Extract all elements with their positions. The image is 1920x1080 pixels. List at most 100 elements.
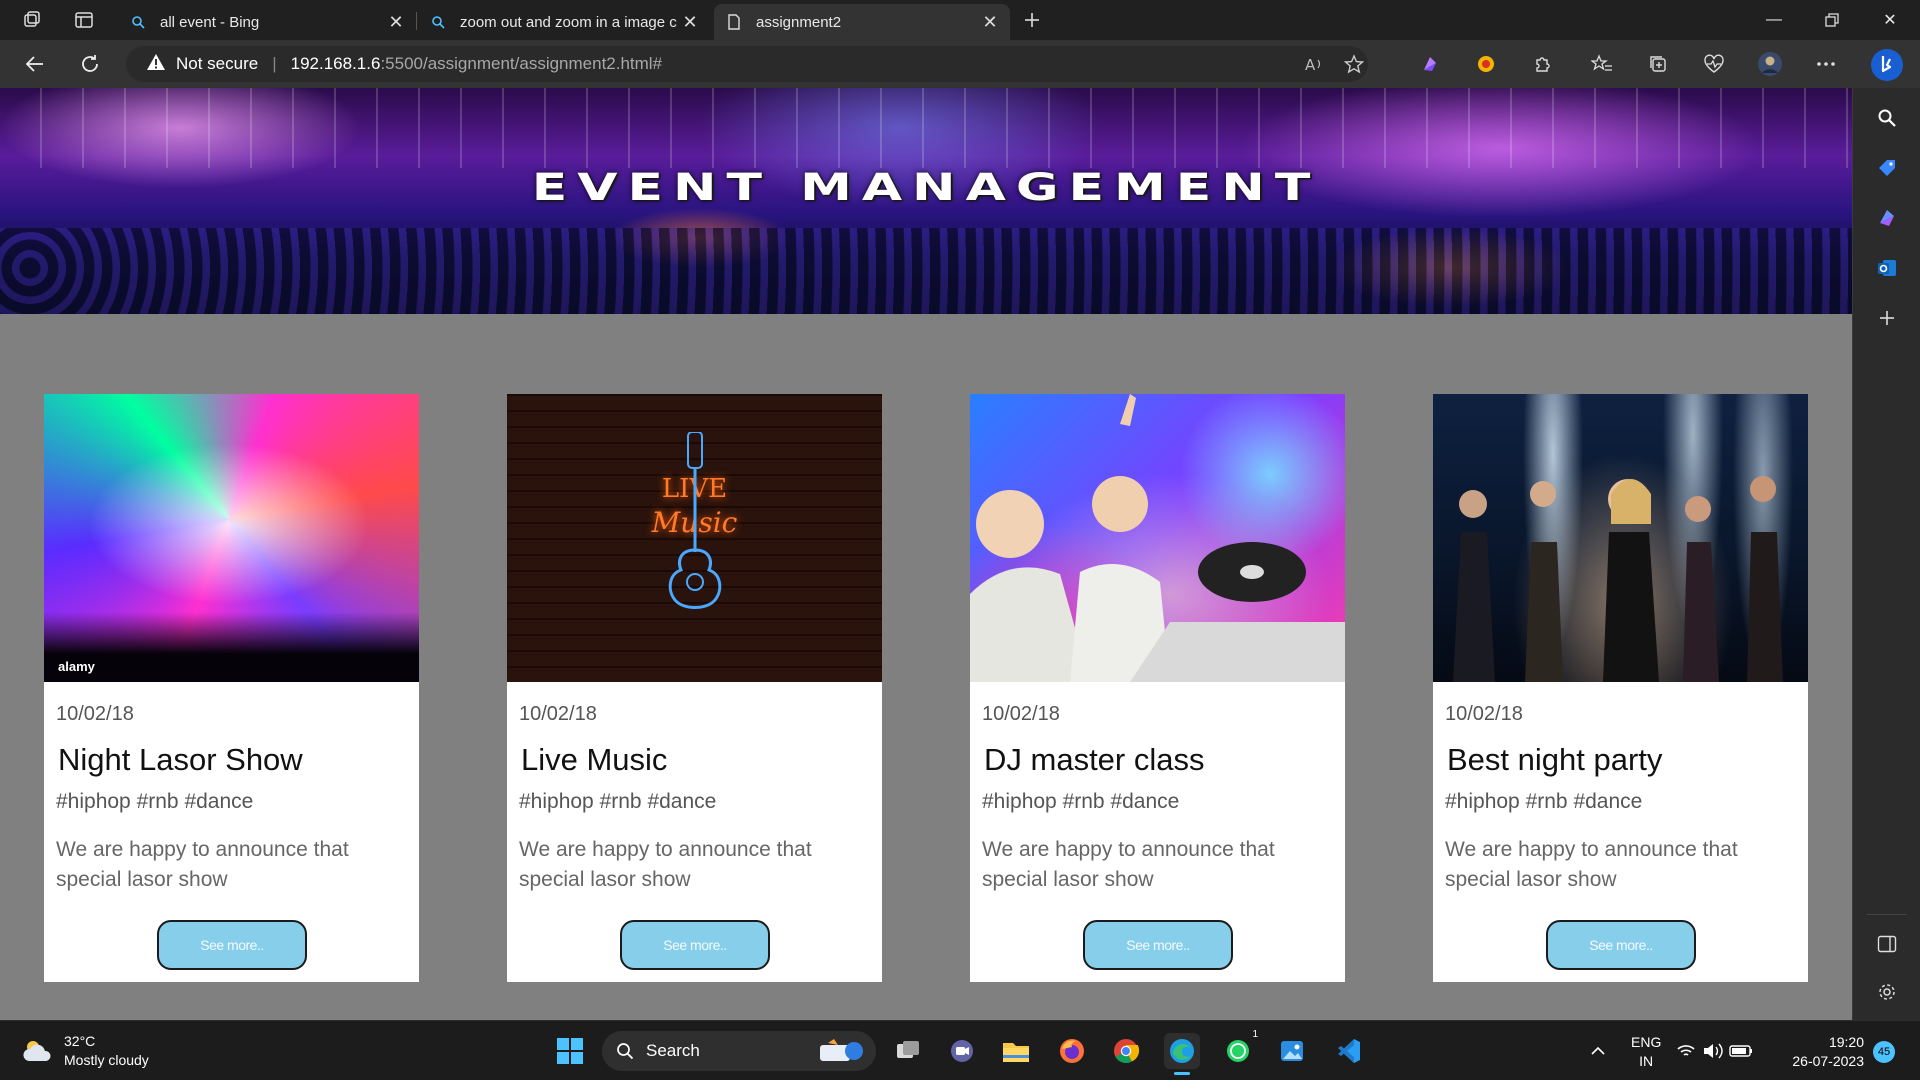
event-description: We are happy to announce that special la…	[56, 838, 349, 891]
address-divider: |	[272, 54, 277, 73]
back-icon[interactable]	[20, 50, 48, 78]
event-description: We are happy to announce that special la…	[982, 838, 1275, 891]
weather-description[interactable]: Mostly cloudy	[64, 1052, 149, 1068]
hide-sidebar-icon[interactable]	[1873, 930, 1901, 958]
workspaces-icon[interactable]	[20, 8, 44, 32]
teams-chat-icon[interactable]	[944, 1033, 980, 1069]
hero-banner: EVENT MANAGEMENT	[0, 88, 1852, 314]
profile-avatar-icon[interactable]	[1756, 50, 1784, 78]
close-tab-icon[interactable]: ✕	[682, 12, 698, 33]
event-title: Best night party	[1447, 742, 1663, 777]
task-view-icon[interactable]	[890, 1033, 926, 1069]
clock-date: 26-07-2023	[1792, 1053, 1864, 1069]
notification-badge[interactable]: 45	[1873, 1041, 1895, 1063]
close-tab-icon[interactable]: ✕	[388, 12, 404, 33]
cloudy-weather-icon[interactable]	[20, 1033, 56, 1069]
weather-temperature[interactable]: 32°C	[64, 1033, 95, 1049]
dj-master-class-image	[970, 394, 1345, 682]
browser-toolbar: Not secure | 192.168.1.6 :5500/assignmen…	[0, 40, 1920, 88]
sidebar-settings-gear-icon[interactable]	[1873, 978, 1901, 1006]
security-label[interactable]: Not secure	[176, 54, 258, 74]
tab-zoom-search[interactable]: zoom out and zoom in a image c ✕	[418, 4, 710, 40]
minimize-icon[interactable]: —	[1746, 0, 1802, 40]
see-more-button[interactable]: See more..	[157, 920, 307, 970]
warning-icon[interactable]	[146, 53, 166, 76]
edge-sidebar	[1852, 88, 1920, 1020]
tab-actions-icon[interactable]	[72, 8, 96, 32]
search-icon[interactable]	[1873, 104, 1901, 132]
chrome-icon[interactable]	[1108, 1033, 1144, 1069]
event-tags: #hiphop #rnb #dance	[519, 790, 717, 813]
add-sidebar-app-icon[interactable]	[1873, 304, 1901, 332]
sidebar-divider	[1867, 914, 1907, 915]
windows-taskbar: 32°C Mostly cloudy Search 1 ENG IN 19:20…	[0, 1020, 1920, 1080]
extensions-puzzle-icon[interactable]	[1528, 50, 1556, 78]
see-more-button[interactable]: See more..	[620, 920, 770, 970]
event-date: 10/02/18	[56, 703, 134, 725]
event-date: 10/02/18	[1445, 703, 1523, 725]
shopping-tag-icon[interactable]	[1873, 154, 1901, 182]
event-card: alamy 10/02/18 Night Lasor Show #hiphop …	[44, 394, 419, 982]
collections-icon[interactable]	[1644, 50, 1672, 78]
tab-all-event-bing[interactable]: all event - Bing ✕	[118, 4, 416, 40]
windows-start-icon[interactable]	[552, 1033, 588, 1069]
event-card: LIVE Music 10/02/18 Live Music #hiphop #…	[507, 394, 882, 982]
event-tags: #hiphop #rnb #dance	[982, 790, 1180, 813]
live-music-neon-image: LIVE Music	[507, 394, 882, 682]
event-title: Night Lasor Show	[58, 742, 303, 777]
restore-icon[interactable]	[1804, 0, 1860, 40]
hero-title: EVENT MANAGEMENT	[531, 166, 1321, 210]
url-path: :5500/assignment/assignment2.html#	[380, 54, 663, 73]
favorites-icon[interactable]	[1588, 50, 1616, 78]
clock[interactable]: 19:20 26-07-2023	[1780, 1033, 1864, 1071]
night-party-image	[1433, 394, 1808, 682]
tab-assignment2[interactable]: assignment2 ✕	[714, 4, 1010, 40]
dj-scene-illustration	[970, 394, 1345, 682]
outlook-icon[interactable]	[1873, 254, 1901, 282]
event-tags: #hiphop #rnb #dance	[1445, 790, 1643, 813]
search-highlight-icon	[814, 1037, 866, 1070]
close-tab-icon[interactable]: ✕	[982, 12, 998, 33]
vscode-icon[interactable]	[1330, 1033, 1366, 1069]
bing-search-icon	[130, 14, 146, 30]
active-app-indicator	[1174, 1072, 1190, 1075]
see-more-button[interactable]: See more..	[1546, 920, 1696, 970]
hero-crowd	[0, 228, 1852, 314]
taskbar-search-box[interactable]: Search	[602, 1031, 876, 1071]
photos-icon[interactable]	[1274, 1033, 1310, 1069]
extension-orange-icon[interactable]	[1472, 50, 1500, 78]
url-host: 192.168.1.6	[290, 54, 381, 73]
browser-tab-bar: all event - Bing ✕ zoom out and zoom in …	[0, 0, 1920, 40]
more-options-icon[interactable]	[1812, 50, 1840, 78]
language-code: ENG	[1631, 1034, 1662, 1050]
bing-chat-icon[interactable]	[1870, 48, 1904, 82]
tab-title: all event - Bing	[160, 13, 260, 31]
refresh-icon[interactable]	[76, 50, 104, 78]
event-title: Live Music	[521, 742, 668, 777]
svg-text:A: A	[1305, 56, 1316, 73]
web-page: EVENT MANAGEMENT alamy 10/02/18 Night La…	[0, 88, 1852, 1020]
browser-essentials-icon[interactable]	[1700, 50, 1728, 78]
tab-title: assignment2	[756, 13, 842, 31]
edge-browser-icon[interactable]	[1164, 1033, 1200, 1075]
close-window-icon[interactable]: ✕	[1862, 0, 1918, 40]
address-bar[interactable]: Not secure | 192.168.1.6 :5500/assignmen…	[126, 46, 1368, 82]
whatsapp-badge: 1	[1252, 1029, 1258, 1040]
whatsapp-icon[interactable]: 1	[1220, 1029, 1258, 1069]
event-date: 10/02/18	[982, 703, 1060, 725]
new-tab-icon[interactable]	[1020, 8, 1044, 32]
extension-purple-icon[interactable]	[1416, 50, 1444, 78]
event-card: 10/02/18 DJ master class #hiphop #rnb #d…	[970, 394, 1345, 982]
read-aloud-icon[interactable]: A	[1302, 52, 1326, 76]
copilot-icon[interactable]	[1873, 204, 1901, 232]
firefox-icon[interactable]	[1054, 1033, 1090, 1069]
clock-time: 19:20	[1828, 1034, 1864, 1050]
network-volume-battery-tray[interactable]	[1676, 1033, 1756, 1069]
input-language[interactable]: ENG IN	[1631, 1033, 1661, 1071]
file-explorer-icon[interactable]	[998, 1033, 1034, 1069]
watermark-label: alamy	[58, 659, 95, 674]
event-date: 10/02/18	[519, 703, 597, 725]
show-hidden-icons-chevron-icon[interactable]	[1580, 1033, 1616, 1069]
favorite-star-icon[interactable]	[1342, 52, 1366, 76]
see-more-button[interactable]: See more..	[1083, 920, 1233, 970]
